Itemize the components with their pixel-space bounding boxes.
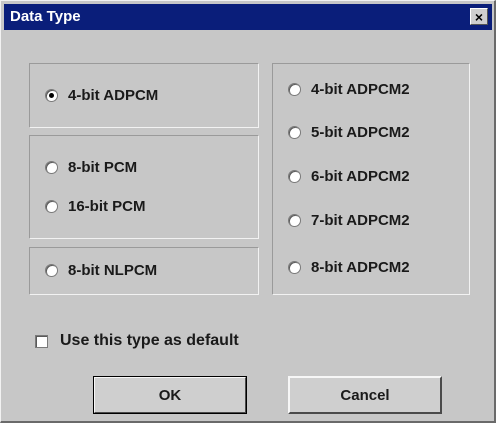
ok-button[interactable]: OK	[93, 376, 247, 414]
default-type-label: Use this type as default	[60, 332, 239, 349]
radio-button-icon[interactable]	[45, 264, 58, 277]
radio-button-icon[interactable]	[288, 126, 301, 139]
radio-label: 4-bit ADPCM2	[311, 81, 410, 98]
radio-label: 6-bit ADPCM2	[311, 168, 410, 185]
close-icon[interactable]: ×	[470, 8, 488, 25]
radio-label: 5-bit ADPCM2	[311, 124, 410, 141]
title-bar[interactable]: Data Type ×	[4, 4, 492, 30]
radio-label: 8-bit NLPCM	[68, 262, 158, 279]
cancel-button[interactable]: Cancel	[288, 376, 442, 414]
radio-button-icon[interactable]	[45, 200, 58, 213]
default-type-checkbox[interactable]	[35, 334, 48, 348]
radio-button-icon[interactable]	[45, 161, 58, 174]
radio-button-icon[interactable]	[288, 83, 301, 96]
radio-4bit-adpcm2[interactable]: 4-bit ADPCM2	[288, 81, 410, 98]
radio-6bit-adpcm2[interactable]: 6-bit ADPCM2	[288, 168, 410, 185]
radio-label: 8-bit ADPCM2	[311, 259, 410, 276]
radio-button-icon[interactable]	[288, 170, 301, 183]
radio-8bit-nlpcm[interactable]: 8-bit NLPCM	[45, 262, 157, 279]
radio-5bit-adpcm2[interactable]: 5-bit ADPCM2	[288, 124, 410, 141]
radio-8bit-adpcm2[interactable]: 8-bit ADPCM2	[288, 259, 410, 276]
radio-label: 8-bit PCM	[68, 159, 138, 176]
dialog-title: Data Type	[10, 8, 81, 25]
radio-7bit-adpcm2[interactable]: 7-bit ADPCM2	[288, 212, 410, 229]
radio-button-icon[interactable]	[288, 214, 301, 227]
radio-button-icon[interactable]	[288, 261, 301, 274]
radio-16bit-pcm[interactable]: 16-bit PCM	[45, 198, 146, 215]
radio-8bit-pcm[interactable]: 8-bit PCM	[45, 159, 137, 176]
radio-button-icon[interactable]	[45, 89, 58, 102]
radio-label: 4-bit ADPCM	[68, 87, 159, 104]
group-pcm	[29, 135, 259, 239]
radio-label: 16-bit PCM	[68, 198, 146, 215]
radio-4bit-adpcm[interactable]: 4-bit ADPCM	[45, 87, 158, 104]
data-type-dialog: Data Type × 4-bit ADPCM 8-bit PCM 16-bit…	[0, 0, 496, 423]
radio-label: 7-bit ADPCM2	[311, 212, 410, 229]
default-type-checkbox-row[interactable]: Use this type as default	[35, 332, 239, 350]
